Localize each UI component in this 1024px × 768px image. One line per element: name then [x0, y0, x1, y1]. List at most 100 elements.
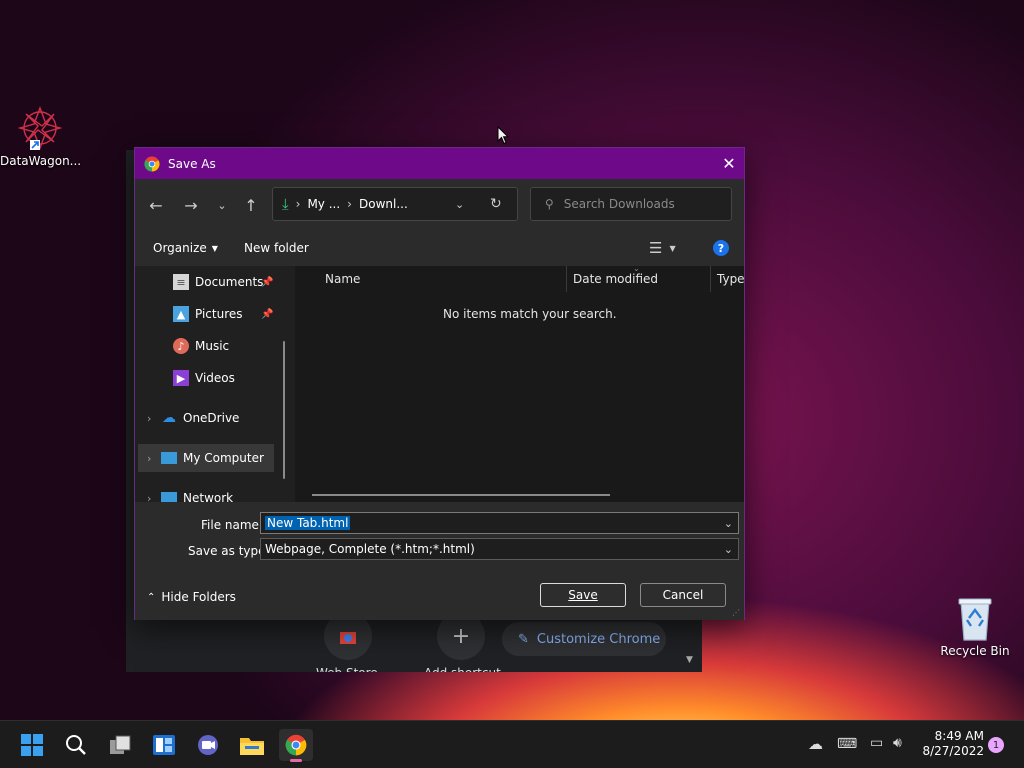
pin-icon: 📌 — [261, 308, 274, 320]
folder-icon — [240, 738, 264, 755]
up-button[interactable]: ↑ — [239, 193, 263, 217]
nav-item-my-computer[interactable]: › My Computer — [138, 444, 274, 472]
view-options-button[interactable]: ☰ ▼ — [649, 239, 676, 257]
address-dropdown-icon[interactable]: ⌄ — [455, 198, 464, 211]
volume-icon[interactable]: 🔊︎ — [893, 735, 902, 751]
nav-item-network[interactable]: › Network — [147, 484, 277, 502]
cancel-button[interactable]: Cancel — [640, 583, 726, 607]
file-name-field[interactable]: New Tab.html ⌄ — [260, 512, 739, 534]
breadcrumb-separator: › — [295, 197, 301, 211]
horizontal-scrollbar[interactable] — [312, 494, 610, 496]
file-explorer-button[interactable] — [235, 729, 269, 761]
nav-item-videos[interactable]: ▶ Videos — [173, 364, 283, 392]
add-shortcut-label: Add shortcut — [424, 666, 501, 672]
column-separator[interactable] — [710, 266, 711, 292]
close-button[interactable]: ✕ — [714, 148, 744, 179]
forward-button[interactable]: → — [179, 193, 203, 217]
widgets-button[interactable] — [147, 729, 181, 761]
caret-down-icon: ▼ — [669, 243, 676, 253]
search-box[interactable]: ⚲ Search Downloads — [530, 187, 732, 221]
search-icon: ⚲ — [545, 197, 554, 211]
nav-item-documents[interactable]: ≡ Documents 📌 — [173, 268, 294, 296]
nav-item-pictures[interactable]: ▲ Pictures 📌 — [173, 300, 294, 328]
chrome-taskbar-button[interactable] — [279, 729, 313, 762]
arrow-right-icon: → — [184, 195, 198, 215]
onedrive-icon: ☁ — [162, 410, 176, 426]
clock-time: 8:49 AM — [934, 729, 984, 743]
file-name-label: File name: — [201, 518, 263, 532]
command-bar: Organize ▼ New folder ☰ ▼ ? — [135, 231, 744, 266]
desktop-shortcut-datawagon[interactable]: DataWagon... — [0, 104, 81, 168]
nav-item-music[interactable]: ♪ Music — [173, 332, 283, 360]
save-as-type-label: Save as type: — [188, 544, 270, 558]
nav-item-label: OneDrive — [183, 411, 240, 425]
column-header-date-modified[interactable]: Date modified — [573, 272, 658, 286]
column-header-name[interactable]: Name — [325, 272, 360, 286]
new-folder-button[interactable]: New folder — [244, 241, 309, 255]
videos-icon: ▶ — [173, 370, 189, 386]
nav-item-onedrive[interactable]: › ☁ OneDrive — [147, 404, 277, 432]
teams-chat-button[interactable] — [191, 729, 225, 761]
recent-locations-button[interactable]: ⌄ — [210, 193, 234, 217]
expand-chevron-icon[interactable]: › — [147, 452, 161, 465]
keyboard-icon[interactable]: ⌨ — [837, 736, 857, 752]
file-name-value[interactable]: New Tab.html — [265, 516, 351, 530]
recycle-bin-label: Recycle Bin — [940, 644, 1010, 658]
mouse-cursor-icon — [497, 126, 509, 145]
nav-item-label: Pictures — [195, 307, 243, 321]
expand-chevron-icon[interactable]: › — [147, 492, 161, 503]
help-icon: ? — [717, 241, 725, 255]
organize-menu-button[interactable]: Organize ▼ — [153, 241, 218, 255]
nav-item-label: Documents — [195, 275, 264, 289]
recycle-bin-icon — [958, 598, 992, 641]
onedrive-status-icon[interactable]: ☁ — [808, 735, 823, 753]
resize-grip-icon[interactable]: ⋰ — [732, 608, 740, 617]
close-icon: ✕ — [722, 154, 736, 173]
network-status-icon[interactable]: ▭ — [870, 735, 883, 751]
file-name-dropdown-icon[interactable]: ⌄ — [724, 517, 733, 530]
dialog-titlebar[interactable]: Save As ✕ — [135, 148, 744, 179]
nav-item-label: My Computer — [183, 451, 264, 465]
windows-logo-icon — [21, 734, 43, 756]
webstore-label: Web Store — [316, 666, 378, 672]
address-bar[interactable]: ⤓ › My ... › Downl... ⌄ ↻ — [272, 187, 518, 221]
dialog-bottom-panel: File name: New Tab.html ⌄ Save as type: … — [135, 502, 744, 620]
notification-badge[interactable]: 1 — [988, 737, 1004, 753]
empty-message: No items match your search. — [443, 307, 617, 321]
desktop-recycle-bin[interactable]: Recycle Bin — [935, 596, 1015, 658]
music-icon: ♪ — [173, 338, 189, 354]
column-header-type[interactable]: Type — [717, 272, 745, 286]
save-as-type-select[interactable]: Webpage, Complete (*.htm;*.html) ⌄ — [260, 538, 739, 560]
breadcrumb-my-computer[interactable]: My ... — [307, 197, 340, 211]
chrome-scroll-down-arrow[interactable]: ▼ — [686, 655, 693, 665]
customize-chrome-button[interactable]: ✎ Customize Chrome — [502, 622, 666, 656]
task-view-button[interactable] — [103, 729, 137, 761]
arrow-left-icon: ← — [149, 195, 163, 215]
back-button[interactable]: ← — [144, 193, 168, 217]
customize-chrome-label: Customize Chrome — [536, 631, 661, 647]
help-button[interactable]: ? — [713, 240, 729, 256]
search-button[interactable] — [59, 729, 93, 761]
save-button[interactable]: Save — [540, 583, 626, 607]
pictures-icon: ▲ — [173, 306, 189, 322]
chevron-up-icon: ⌃ — [147, 591, 156, 603]
pencil-icon: ✎ — [518, 631, 529, 647]
refresh-icon[interactable]: ↻ — [490, 196, 502, 212]
task-view-icon — [110, 735, 131, 754]
file-list-pane: Name ⌄ Date modified Type No items match… — [295, 264, 745, 502]
list-view-icon: ☰ — [649, 239, 663, 257]
cancel-button-label: Cancel — [662, 588, 704, 602]
start-button[interactable] — [15, 729, 49, 761]
hide-folders-button[interactable]: ⌃ Hide Folders — [147, 590, 236, 604]
navigation-pane: ≡ Documents 📌 ▲ Pictures 📌 ♪ Music ▶ Vid… — [135, 266, 294, 502]
chrome-icon — [144, 156, 160, 171]
clock[interactable]: 8:49 AM 8/27/2022 — [916, 729, 984, 759]
network-icon — [161, 492, 177, 502]
expand-chevron-icon[interactable]: › — [147, 412, 161, 425]
column-separator[interactable] — [566, 266, 567, 292]
breadcrumb-downloads[interactable]: Downl... — [359, 197, 408, 211]
save-as-type-value: Webpage, Complete (*.htm;*.html) — [265, 542, 475, 556]
navpane-scrollbar[interactable] — [283, 341, 285, 479]
arrow-up-icon: ↑ — [244, 195, 258, 215]
widgets-icon — [153, 735, 175, 755]
